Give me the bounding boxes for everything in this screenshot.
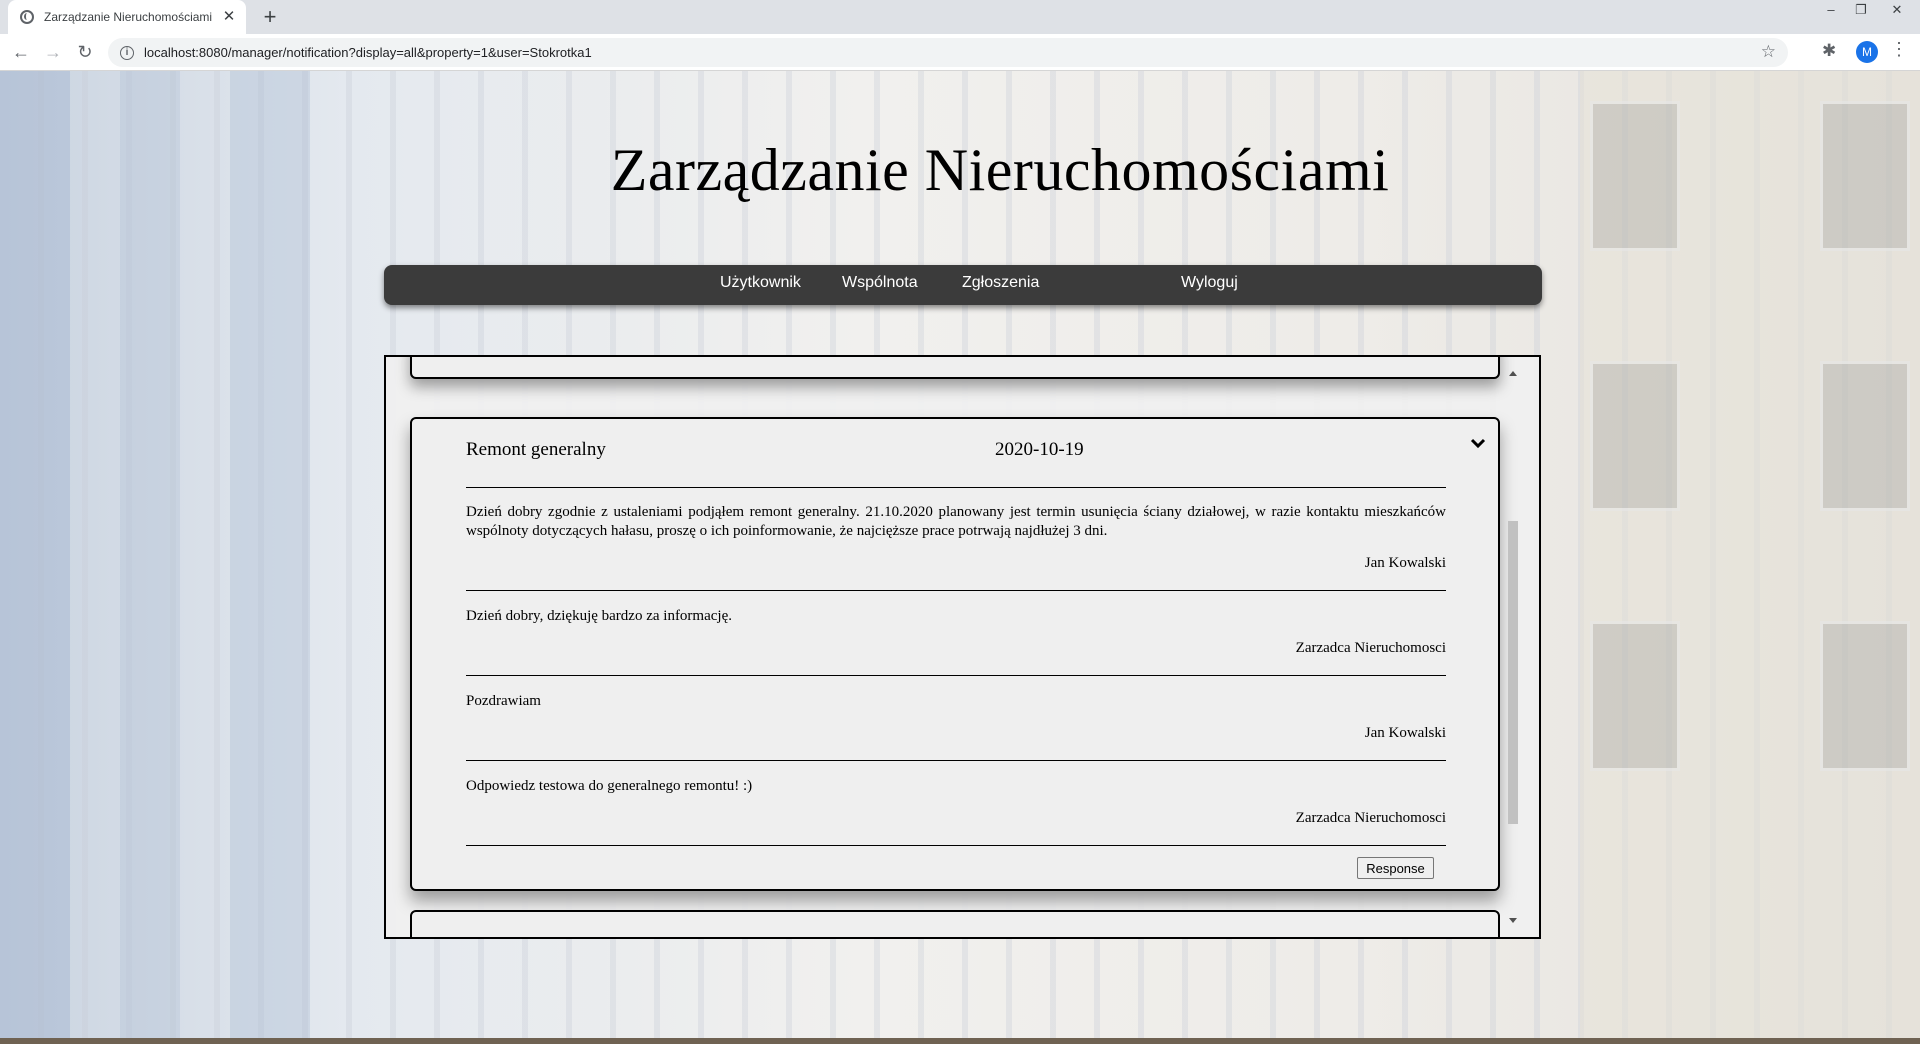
back-arrow-icon[interactable]: ← (8, 40, 34, 66)
profile-avatar[interactable]: M (1856, 41, 1878, 63)
message-divider (466, 845, 1446, 846)
page-bottom-edge (0, 1038, 1920, 1044)
background-building (120, 71, 180, 1044)
info-icon[interactable]: i (120, 45, 134, 60)
address-bar[interactable]: i localhost:8080/manager/notification?di… (108, 38, 1788, 67)
new-tab-button[interactable]: + (256, 4, 284, 32)
background-building (0, 71, 70, 1044)
message-divider (466, 675, 1446, 676)
message-divider (466, 760, 1446, 761)
notification-card: Remont generalny 2020-10-19 Dzień dobry … (410, 417, 1500, 891)
nav-item-uzytkownik[interactable]: Użytkownik (720, 274, 801, 292)
message-author: Zarzadca Nieruchomosci (1295, 810, 1446, 826)
url-text: localhost:8080/manager/notification?disp… (144, 45, 592, 60)
tab-title: Zarządzanie Nieruchomościami (44, 10, 213, 24)
minimize-icon[interactable]: – (1816, 0, 1846, 22)
message-text: Dzień dobry, dziękuję bardzo za informac… (466, 608, 732, 624)
message-divider (466, 590, 1446, 591)
kebab-menu-icon[interactable]: ⋮ (1890, 39, 1908, 60)
background-window (1590, 361, 1680, 511)
browser-toolbar: ← → ↻ i localhost:8080/manager/notificat… (0, 34, 1920, 71)
browser-chrome: Zarządzanie Nieruchomościami ✕ + – ❐ ✕ ←… (0, 0, 1920, 71)
page-title-text: Zarządzanie Nieruchomościami (610, 137, 1390, 203)
message-item: Odpowiedz testowa do generalnego remontu… (466, 777, 1446, 826)
window-close-icon[interactable]: ✕ (1882, 0, 1912, 22)
message-author: Zarzadca Nieruchomosci (1295, 640, 1446, 656)
forward-arrow-icon[interactable]: → (40, 40, 66, 66)
response-button[interactable]: Response (1357, 857, 1434, 879)
extensions-puzzle-icon[interactable]: ✱ (1822, 41, 1836, 61)
title-divider (466, 487, 1446, 488)
notifications-panel: Remont generalny 2020-10-19 Dzień dobry … (384, 355, 1541, 939)
background-window (1590, 621, 1680, 771)
scroll-down-arrow-icon[interactable] (1509, 918, 1517, 923)
globe-icon (20, 10, 34, 24)
message-text: Dzień dobry zgodnie z ustaleniami podjął… (466, 504, 1446, 539)
restore-icon[interactable]: ❐ (1846, 0, 1876, 22)
message-item: Pozdrawiam Jan Kowalski (466, 692, 1446, 741)
nav-item-wspolnota[interactable]: Wspólnota (842, 274, 918, 292)
panel-scrollbar[interactable] (1507, 371, 1519, 931)
notification-date: 2020-10-19 (995, 439, 1084, 460)
message-text: Pozdrawiam (466, 693, 541, 709)
scroll-up-arrow-icon[interactable] (1509, 371, 1517, 376)
message-item: Dzień dobry, dziękuję bardzo za informac… (466, 607, 1446, 656)
page-title: Zarządzanie Nieruchomościami (0, 136, 1920, 205)
main-navigation: Użytkownik Wspólnota Zgłoszenia Wyloguj (384, 265, 1542, 305)
background-window (1820, 621, 1910, 771)
tab-strip: Zarządzanie Nieruchomościami ✕ + – ❐ ✕ (0, 0, 1920, 34)
notification-card-next[interactable] (410, 910, 1500, 937)
scrollbar-thumb[interactable] (1508, 521, 1518, 824)
message-item: Dzień dobry zgodnie z ustaleniami podjął… (466, 503, 1446, 571)
background-window (1820, 361, 1910, 511)
nav-item-zgloszenia[interactable]: Zgłoszenia (962, 274, 1039, 292)
page-viewport: Zarządzanie Nieruchomościami Użytkownik … (0, 71, 1920, 1044)
nav-item-wyloguj[interactable]: Wyloguj (1181, 274, 1238, 292)
notification-card-previous[interactable] (410, 357, 1500, 379)
message-author: Jan Kowalski (1364, 725, 1446, 741)
message-author: Jan Kowalski (1364, 555, 1446, 571)
close-icon[interactable]: ✕ (220, 8, 238, 26)
bookmark-star-icon[interactable]: ☆ (1761, 42, 1776, 62)
notification-title: Remont generalny (466, 439, 606, 460)
chevron-down-icon[interactable] (1470, 435, 1486, 451)
background-building (230, 71, 310, 1044)
browser-tab[interactable]: Zarządzanie Nieruchomościami ✕ (8, 0, 246, 34)
reload-icon[interactable]: ↻ (72, 40, 98, 66)
message-text: Odpowiedz testowa do generalnego remontu… (466, 778, 753, 794)
